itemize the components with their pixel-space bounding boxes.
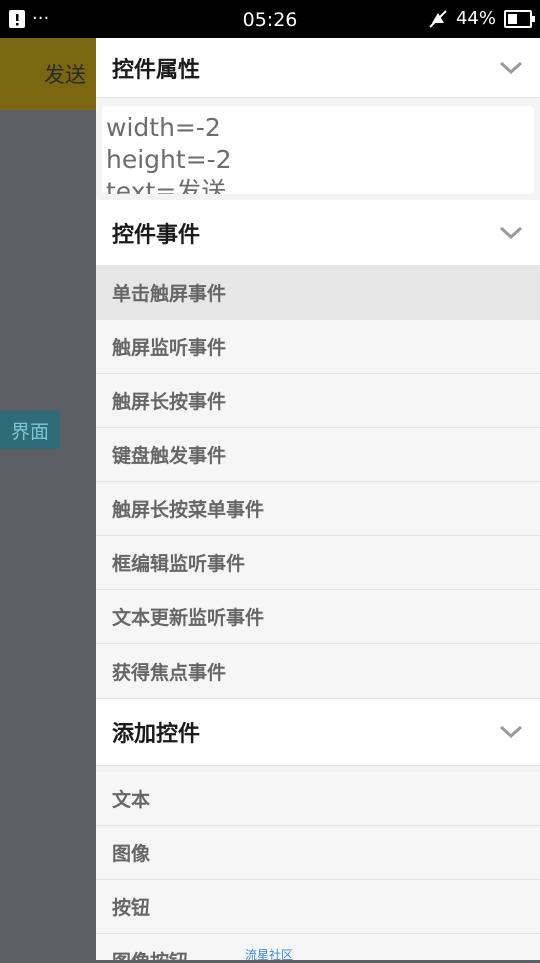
property-line: width=-2: [106, 113, 221, 142]
events-title: 控件事件: [112, 222, 201, 248]
event-item-click[interactable]: 单击触屏事件: [96, 266, 540, 320]
battery-icon: [504, 9, 535, 28]
add-item-image[interactable]: 图像: [96, 826, 540, 880]
add-control-title: 添加控件: [112, 722, 201, 747]
add-control-header[interactable]: 添加控件: [96, 698, 540, 766]
event-item-text-update[interactable]: 文本更新监听事件: [96, 590, 540, 644]
add-item-text[interactable]: 文本: [96, 772, 540, 826]
events-header[interactable]: 控件事件: [96, 200, 540, 266]
add-item-button[interactable]: 按钮: [96, 880, 540, 934]
background-app: [0, 38, 96, 960]
property-line: height=-2: [106, 145, 232, 174]
event-item-focus[interactable]: 获得焦点事件: [96, 644, 540, 698]
battery-percent: 44%: [455, 8, 496, 29]
property-line: text=发送: [106, 177, 227, 194]
interface-button[interactable]: 界面: [0, 411, 60, 449]
properties-header[interactable]: 控件属性: [96, 38, 540, 98]
send-button[interactable]: 发送: [0, 38, 96, 110]
event-item-touch-listen[interactable]: 触屏监听事件: [96, 320, 540, 374]
muted-bell-icon: [429, 9, 447, 28]
chevron-down-icon[interactable]: [498, 723, 524, 741]
control-panel-drawer: 控件属性 width=-2 height=-2 text=发送 控件事件 单击触…: [96, 38, 540, 960]
status-bar: ··· 05:26 44%: [0, 0, 540, 38]
add-item-image-button[interactable]: 图像按钮: [96, 934, 540, 960]
chevron-down-icon[interactable]: [498, 59, 524, 77]
status-right: 44%: [428, 8, 535, 29]
event-item-edit-listen[interactable]: 框编辑监听事件: [96, 536, 540, 590]
chevron-down-icon[interactable]: [498, 224, 524, 242]
event-item-long-press-menu[interactable]: 触屏长按菜单事件: [96, 482, 540, 536]
watermark: 流星社区: [245, 948, 294, 962]
properties-title: 控件属性: [112, 57, 201, 83]
event-item-long-press[interactable]: 触屏长按事件: [96, 374, 540, 428]
properties-text-box[interactable]: width=-2 height=-2 text=发送: [102, 106, 534, 194]
event-item-keyboard[interactable]: 键盘触发事件: [96, 428, 540, 482]
